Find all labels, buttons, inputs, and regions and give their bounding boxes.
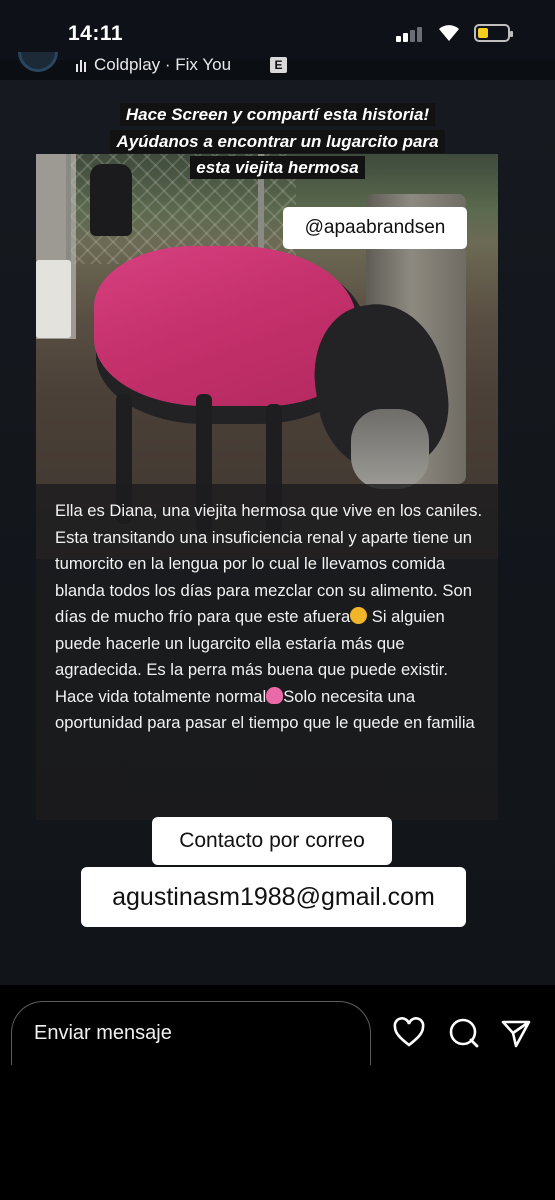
wifi-icon bbox=[439, 25, 459, 41]
banner-line: esta viejita hermosa bbox=[0, 156, 555, 179]
song-title[interactable]: Coldplay · Fix You bbox=[94, 55, 231, 75]
send-icon[interactable] bbox=[499, 1016, 533, 1050]
message-input[interactable]: Enviar mensaje bbox=[11, 1001, 371, 1065]
banner-line: Ayúdanos a encontrar un lugarcito para bbox=[0, 130, 555, 153]
sad-face-emoji-icon bbox=[350, 607, 368, 624]
status-time: 14:11 bbox=[68, 22, 124, 45]
message-placeholder: Enviar mensaje bbox=[34, 1022, 172, 1044]
description-panel: Ella es Diana, una viejita hermosa que v… bbox=[36, 484, 498, 820]
explicit-badge: E bbox=[270, 57, 287, 73]
contact-label: Contacto por correo bbox=[152, 817, 392, 865]
search-bubble-icon[interactable] bbox=[447, 1016, 481, 1050]
description-text: Ella es Diana, una viejita hermosa que v… bbox=[55, 501, 483, 732]
email-address: agustinasm1988@gmail.com bbox=[81, 867, 466, 927]
heart-icon[interactable] bbox=[392, 1016, 426, 1050]
cellular-signal-icon bbox=[396, 26, 426, 42]
story-header: Coldplay · Fix You E bbox=[0, 52, 555, 80]
banner-line: Hace Screen y compartí esta historia! bbox=[0, 103, 555, 126]
music-bars-icon bbox=[76, 58, 88, 72]
story-content[interactable]: Hace Screen y compartí esta historia! Ay… bbox=[0, 80, 555, 985]
avatar[interactable] bbox=[18, 52, 58, 72]
battery-icon bbox=[474, 24, 513, 42]
account-mention[interactable]: @apaabrandsen bbox=[283, 207, 467, 249]
message-bar: Enviar mensaje bbox=[0, 985, 555, 1200]
status-bar: 14:11 bbox=[0, 0, 555, 60]
pink-heart-emoji-icon bbox=[266, 686, 284, 704]
